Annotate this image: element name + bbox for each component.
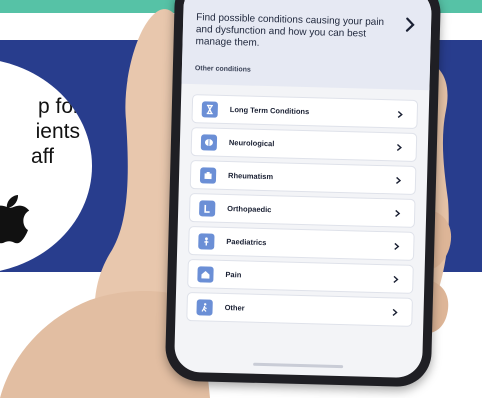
list-item-orthopaedic[interactable]: Orthopaedic <box>189 194 415 227</box>
phone-screen: Find possible conditions causing your pa… <box>173 0 433 379</box>
scene: p for ients aff Find possible conditions… <box>0 0 482 398</box>
list-item-pain[interactable]: Pain <box>188 260 413 293</box>
hourglass-icon <box>201 100 219 118</box>
chevron-right-icon <box>392 308 398 316</box>
list-item-long-term-conditions[interactable]: Long Term Conditions <box>192 95 418 128</box>
list-item-label: Pain <box>225 270 242 280</box>
chevron-right-icon <box>395 209 401 217</box>
child-icon <box>198 232 215 250</box>
home-icon <box>197 265 214 283</box>
chevron-right-icon <box>396 176 402 184</box>
badge-text-line-1: p for <box>37 95 80 118</box>
list-item-label: Long Term Conditions <box>229 105 310 117</box>
brain-icon <box>200 133 218 151</box>
list-item-label: Paediatrics <box>226 237 267 248</box>
person-walking-icon <box>196 298 213 316</box>
list-item-neurological[interactable]: Neurological <box>191 128 417 161</box>
list-item-label: Neurological <box>228 138 275 149</box>
chevron-right-icon <box>397 110 403 118</box>
section-label: Other conditions <box>194 65 251 74</box>
conditions-list: Long Term Conditions Neurological Rheuma… <box>187 95 418 332</box>
chevron-right-icon <box>396 143 402 151</box>
medical-kit-icon <box>199 166 217 184</box>
chevron-right-icon <box>405 17 415 32</box>
list-item-label: Rheumatism <box>227 171 274 182</box>
list-item-other[interactable]: Other <box>187 293 412 326</box>
badge-text-line-2: ients <box>35 120 80 143</box>
chevron-right-icon <box>394 242 400 250</box>
bone-icon <box>199 199 216 217</box>
apple-logo-icon <box>0 193 32 245</box>
list-item-label: Other <box>224 302 245 313</box>
list-item-label: Orthopaedic <box>227 204 272 215</box>
list-item-paediatrics[interactable]: Paediatrics <box>189 227 414 260</box>
smartphone: Find possible conditions causing your pa… <box>164 0 442 388</box>
conditions-info-text: Find possible conditions causing your pa… <box>195 12 385 49</box>
chevron-right-icon <box>393 275 399 283</box>
list-item-rheumatism[interactable]: Rheumatism <box>190 161 416 194</box>
conditions-info-card[interactable]: Find possible conditions causing your pa… <box>181 0 433 91</box>
home-indicator <box>253 362 344 369</box>
badge-text-line-3: aff <box>31 145 54 168</box>
